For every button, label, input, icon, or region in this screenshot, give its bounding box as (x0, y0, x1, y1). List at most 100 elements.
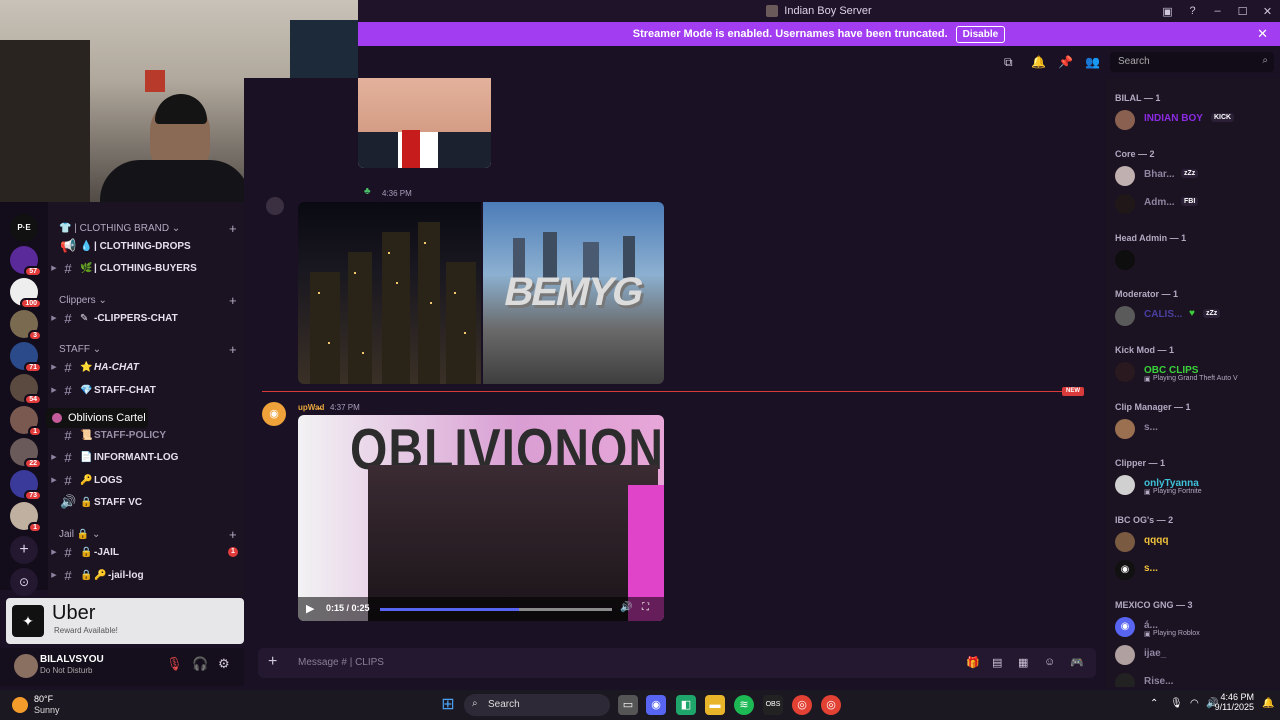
category-clothing-brand[interactable]: 👕 | CLOTHING BRAND ⌄ + (59, 221, 237, 236)
app-icon-green[interactable]: ◧ (676, 695, 696, 715)
message-image-face[interactable] (358, 78, 491, 168)
server-icon-10[interactable]: 1 (10, 502, 42, 533)
play-icon[interactable]: ▶ (306, 602, 314, 615)
member-item[interactable]: s... (1115, 419, 1275, 443)
gif-icon[interactable]: ▤ (992, 656, 1002, 669)
member-item[interactable]: INDIAN BOY KICK (1115, 110, 1275, 134)
channel-staff-policy[interactable]: # 📜 STAFF-POLICY (48, 425, 244, 445)
tray-chevron-icon[interactable]: ⌃ (1150, 698, 1158, 709)
avatar[interactable]: ◉ (262, 402, 286, 426)
volume-icon[interactable]: 🔊 (620, 602, 632, 613)
message-image-day-city[interactable]: BEMYG (483, 202, 664, 384)
channel-ha-chat[interactable]: ▶ # ⭐ HA-CHAT (48, 357, 244, 377)
pin-icon[interactable]: 📌 (1058, 55, 1073, 69)
create-channel-icon[interactable]: + (229, 221, 237, 236)
mic-icon[interactable]: 🎙 (1170, 698, 1183, 709)
channel-clippers-chat[interactable]: ▶ # ✎ -CLIPPERS-CHAT (48, 308, 244, 328)
channel-clothing-drops[interactable]: 📢 💧 | CLOTHING-DROPS (48, 236, 244, 256)
taskbar-search[interactable]: ⌕ Search (464, 694, 610, 716)
message-author[interactable]: upWa̶d (298, 403, 324, 412)
minimize-button[interactable]: – (1205, 5, 1230, 17)
headphones-icon[interactable]: 🎧 (192, 656, 208, 672)
bell-icon[interactable]: 🔔 (1031, 55, 1046, 69)
notification-icon[interactable]: 🔔 (1262, 698, 1274, 709)
message-timestamp: 4:36 PM (382, 189, 412, 198)
member-item[interactable]: qqqq (1115, 532, 1275, 556)
member-item[interactable]: OBC CLIPS ▣ Playing Grand Theft Auto V (1115, 362, 1275, 386)
app-icon-dark[interactable]: OBS (763, 695, 783, 715)
member-item[interactable] (1115, 250, 1275, 274)
channel-informant-log[interactable]: ▶ # 📄 INFORMANT-LOG (48, 447, 244, 467)
mute-mic-icon[interactable]: 🎙 (166, 656, 183, 672)
heart-icon: ♥ (1189, 308, 1195, 319)
chrome-icon[interactable]: ◎ (792, 695, 812, 715)
server-icon-4[interactable]: 3 (10, 310, 42, 341)
gift-icon[interactable]: 🎁 (966, 656, 980, 669)
member-item[interactable]: Bhar... zZz (1115, 166, 1275, 190)
add-attachment-icon[interactable]: + (268, 653, 277, 671)
category-jail[interactable]: Jail 🔒 ⌄ + (59, 527, 237, 542)
chrome-profile-icon[interactable]: ◎ (821, 695, 841, 715)
spotify-icon[interactable]: ≋ (734, 695, 754, 715)
emoji-icon[interactable]: ☺ (1044, 656, 1055, 668)
settings-gear-icon[interactable]: ⚙ (218, 656, 230, 672)
maximize-button[interactable]: ☐ (1230, 5, 1255, 18)
discover-icon[interactable]: ⊙ (10, 568, 38, 596)
create-channel-icon[interactable]: + (229, 293, 237, 308)
server-icon-9[interactable]: 73 (10, 470, 42, 501)
close-banner-icon[interactable]: ✕ (1257, 26, 1268, 42)
fullscreen-icon[interactable]: ⛶ (642, 602, 649, 613)
windows-start-icon[interactable]: ⊞ (438, 695, 458, 715)
member-item[interactable]: ◉ á... ▣ Playing Roblox (1115, 617, 1275, 641)
member-item[interactable]: ◉ s... (1115, 560, 1275, 584)
task-view-icon[interactable]: ▭ (618, 695, 638, 715)
disable-streamer-mode-button[interactable]: Disable (955, 25, 1006, 43)
server-icon-6[interactable]: 54 (10, 374, 42, 405)
category-clippers[interactable]: Clippers ⌄ + (59, 293, 237, 308)
add-server-icon[interactable]: + (10, 536, 38, 564)
server-icon-8[interactable]: 22 (10, 438, 42, 469)
member-item[interactable]: onlyTyanna ▣ Playing Fortnite (1115, 475, 1275, 499)
member-item[interactable]: Rise... (1115, 673, 1275, 687)
uber-reward-card[interactable]: ✦ Uber Reward Available! (6, 598, 244, 644)
message-image-night-city[interactable] (298, 202, 481, 384)
inbox-icon[interactable]: ▣ (1155, 5, 1180, 18)
file-explorer-icon[interactable]: ▬ (705, 695, 725, 715)
webcam-person-hair (155, 94, 207, 124)
channel-staff-vc[interactable]: 🔊 🔒 STAFF VC (48, 492, 244, 512)
help-icon[interactable]: ? (1180, 5, 1205, 17)
channel-logs[interactable]: ▶ # 🔑 LOGS (48, 470, 244, 490)
member-list-icon[interactable]: 👥 (1085, 55, 1100, 69)
server-icon-nplus[interactable]: 100 (10, 278, 42, 309)
server-icon-pe[interactable]: P·E (10, 214, 38, 242)
member-item[interactable]: ijae_ (1115, 645, 1275, 669)
member-item[interactable]: Adm... FBI (1115, 194, 1275, 218)
channel-jail[interactable]: ▶ # 🔒 -JAIL 1 (48, 542, 244, 562)
video-progress-bar[interactable] (380, 608, 612, 611)
channel-clothing-buyers[interactable]: ▶ # 🌿 | CLOTHING-BUYERS (48, 258, 244, 278)
member-item[interactable]: CALIS... ♥ zZz (1115, 306, 1275, 330)
avatar[interactable] (266, 197, 284, 215)
threads-icon[interactable]: ⧉ (1004, 55, 1013, 70)
system-clock[interactable]: 4:46 PM 9/11/2025 (1215, 692, 1254, 712)
user-panel: BILALVSYOU Do Not Disturb 🎙 🎧 ⚙ (0, 648, 244, 686)
sticker-icon[interactable]: ▦ (1018, 656, 1028, 669)
server-icon-5[interactable]: 71 (10, 342, 42, 373)
channel-staff-chat[interactable]: ▶ # 💎 STAFF-CHAT (48, 380, 244, 400)
search-input[interactable]: Search ⌕ (1110, 52, 1274, 72)
message-input[interactable]: Message # | CLIPS (298, 657, 384, 668)
category-emoji-icon: 👕 (59, 223, 72, 234)
server-icon-purple[interactable]: 57 (10, 246, 42, 277)
category-staff[interactable]: STAFF ⌄ + (59, 342, 237, 357)
message-composer[interactable]: + Message # | CLIPS 🎁 ▤ ▦ ☺ 🎮 (258, 648, 1096, 678)
server-icon-oblivions-cartel[interactable]: 1 (10, 406, 42, 437)
video-player[interactable]: OBLIVIONON ▶ 0:15 / 0:25 🔊 ⛶ (298, 415, 664, 621)
create-channel-icon[interactable]: + (229, 527, 237, 542)
wifi-icon[interactable]: ◠ (1190, 698, 1199, 709)
create-channel-icon[interactable]: + (229, 342, 237, 357)
close-window-button[interactable]: ✕ (1255, 5, 1280, 18)
apps-icon[interactable]: 🎮 (1070, 656, 1084, 669)
channel-jail-log[interactable]: ▶ # 🔒 🔑 -jail-log (48, 565, 244, 585)
discord-app-icon[interactable]: ◉ (646, 695, 666, 715)
avatar[interactable] (14, 654, 38, 678)
